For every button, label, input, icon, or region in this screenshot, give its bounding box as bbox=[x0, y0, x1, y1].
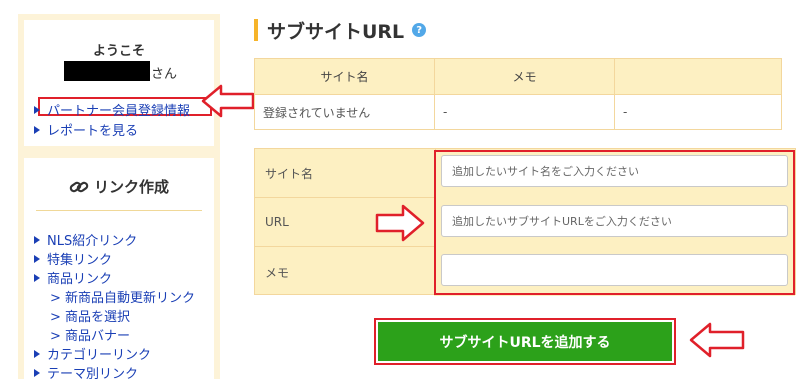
feature-label: 特集リンク bbox=[47, 253, 113, 268]
partner-registration-label: パートナー会員登録情報 bbox=[47, 104, 191, 119]
view-report-label: レポートを見る bbox=[47, 124, 139, 139]
category-label: カテゴリーリンク bbox=[47, 348, 152, 363]
nls-intro-label: NLS紹介リンク bbox=[47, 234, 138, 249]
heading-accent-bar bbox=[254, 19, 258, 41]
triangle-bullet-icon bbox=[34, 125, 40, 134]
site-name-label: サイト名 bbox=[265, 167, 314, 181]
memo-label: メモ bbox=[265, 266, 290, 280]
new-product-auto-update-link[interactable]: > 新商品自動更新リンク bbox=[50, 287, 195, 306]
table-row: 登録されていません - - bbox=[254, 94, 782, 130]
theme-link[interactable]: テーマ別リンク bbox=[34, 363, 138, 379]
triangle-bullet-icon bbox=[34, 368, 40, 377]
column-header: サイト名 bbox=[254, 58, 435, 95]
page-title: サブサイトURL bbox=[267, 20, 405, 43]
link-creation-heading: リンク作成 bbox=[24, 176, 214, 197]
form-row-line bbox=[255, 197, 435, 198]
right-arrow-annotation-icon bbox=[375, 204, 425, 242]
left-arrow-annotation-icon bbox=[689, 322, 745, 358]
table-header-row: サイト名 メモ bbox=[254, 58, 782, 95]
welcome-heading: ようこそ bbox=[92, 44, 145, 59]
category-link[interactable]: カテゴリーリンク bbox=[34, 344, 151, 363]
view-report-link[interactable]: レポートを見る bbox=[34, 120, 138, 139]
table-cell: - bbox=[614, 94, 782, 130]
product-banner-link[interactable]: > 商品バナー bbox=[50, 325, 130, 344]
feature-link[interactable]: 特集リンク bbox=[34, 249, 112, 268]
url-label: URL bbox=[265, 215, 289, 229]
link-creation-box: リンク作成 NLS紹介リンク 特集リンク 商品リンク > 新商品自動更新リンク … bbox=[24, 158, 214, 379]
user-suffix: さん bbox=[151, 67, 178, 82]
sidebar: ようこそ さん パートナー会員登録情報 レポートを見る リンク作成 NLS紹介リ… bbox=[18, 14, 220, 379]
triangle-bullet-icon bbox=[34, 349, 40, 358]
link-creation-title: リンク作成 bbox=[93, 178, 169, 196]
welcome-box: ようこそ さん パートナー会員登録情報 レポートを見る bbox=[24, 20, 214, 146]
column-header: メモ bbox=[434, 58, 615, 95]
select-product-link[interactable]: > 商品を選択 bbox=[50, 306, 130, 325]
input-highlight bbox=[434, 150, 795, 295]
column-header bbox=[614, 58, 782, 95]
triangle-bullet-icon bbox=[34, 273, 40, 282]
subsite-table: サイト名 メモ 登録されていません - - bbox=[254, 58, 782, 130]
left-arrow-annotation-icon bbox=[201, 84, 255, 118]
triangle-bullet-icon bbox=[34, 235, 40, 244]
product-label: 商品リンク bbox=[47, 272, 113, 287]
nls-intro-link[interactable]: NLS紹介リンク bbox=[34, 230, 137, 249]
table-cell: - bbox=[434, 94, 615, 130]
product-link[interactable]: 商品リンク bbox=[34, 268, 112, 287]
chain-link-icon bbox=[69, 181, 89, 192]
table-cell: 登録されていません bbox=[254, 94, 435, 130]
page-heading: サブサイトURL ? bbox=[254, 18, 427, 43]
triangle-bullet-icon bbox=[34, 105, 40, 114]
redacted-username bbox=[64, 61, 150, 81]
form-row-line bbox=[255, 246, 435, 247]
theme-label: テーマ別リンク bbox=[47, 367, 139, 379]
add-subsite-button[interactable]: サブサイトURLを追加する bbox=[378, 322, 672, 361]
partner-registration-link[interactable]: パートナー会員登録情報 bbox=[34, 100, 190, 119]
help-icon[interactable]: ? bbox=[412, 23, 427, 37]
divider bbox=[36, 210, 202, 211]
triangle-bullet-icon bbox=[34, 254, 40, 263]
